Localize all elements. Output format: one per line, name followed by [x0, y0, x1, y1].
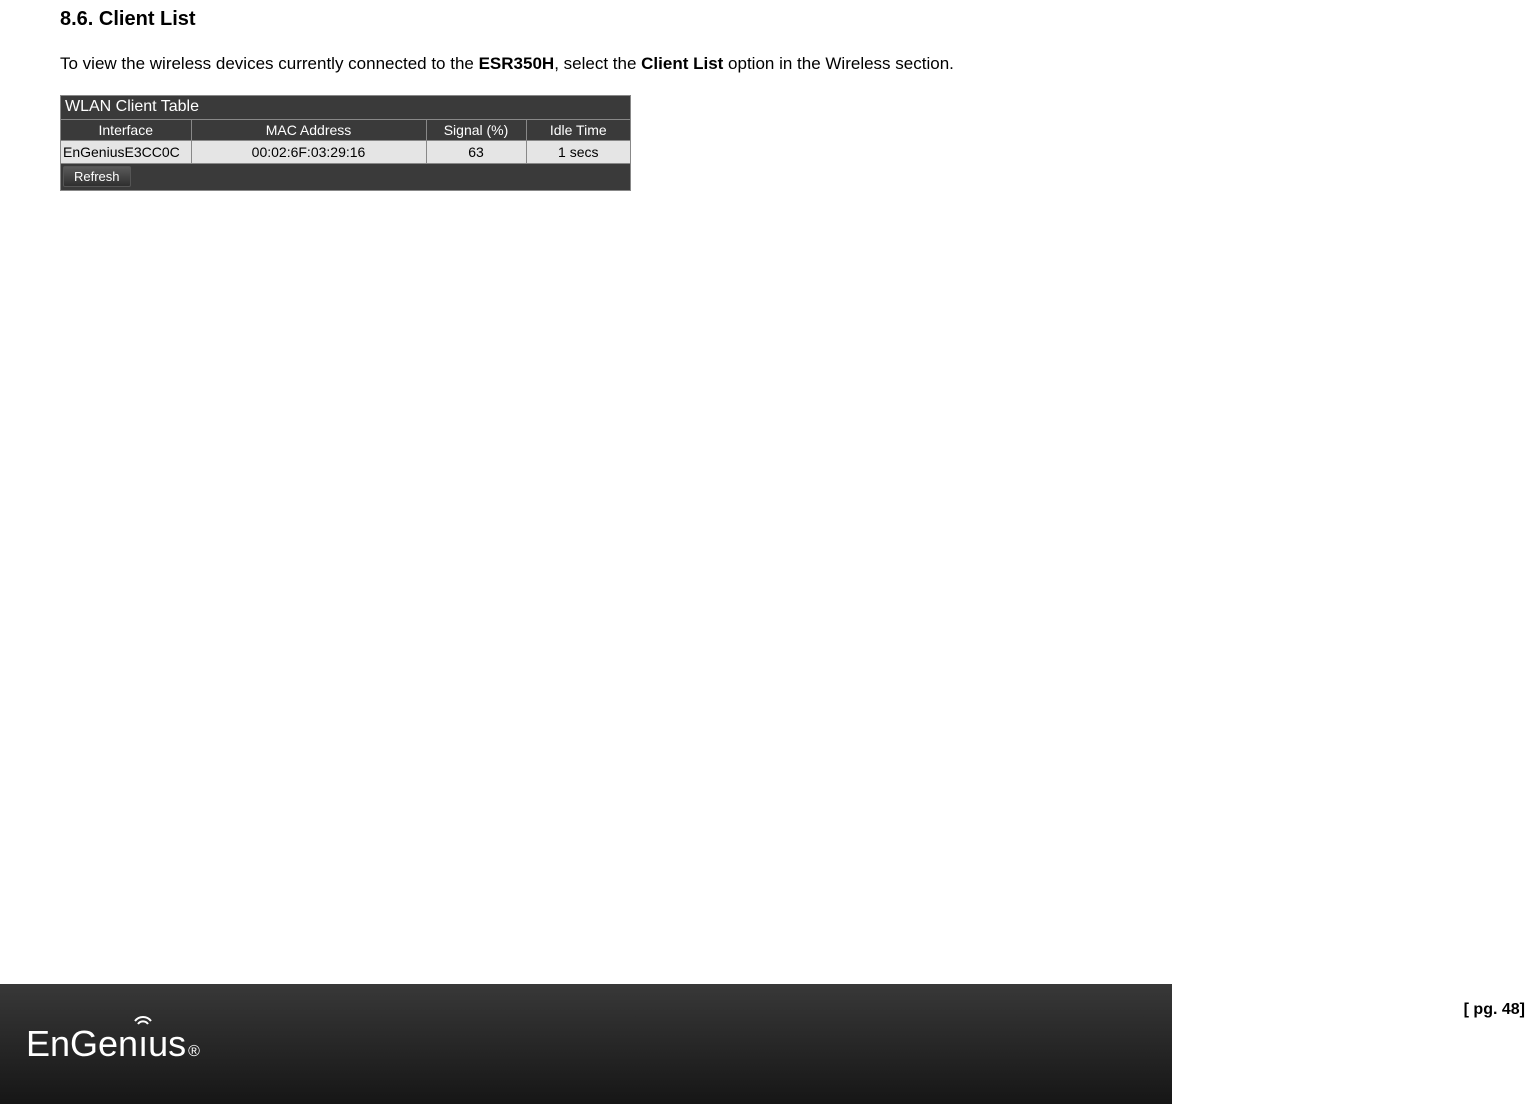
cell-mac: 00:02:6F:03:29:16: [191, 140, 426, 163]
intro-paragraph: To view the wireless devices currently c…: [60, 51, 1470, 77]
wlan-table-title: WLAN Client Table: [61, 96, 630, 119]
cell-idle: 1 secs: [526, 140, 630, 163]
table-header-row: Interface MAC Address Signal (%) Idle Ti…: [61, 119, 630, 140]
col-header-mac: MAC Address: [191, 119, 426, 140]
brand-registered: ®: [188, 1043, 200, 1061]
intro-option: Client List: [641, 54, 723, 73]
col-header-idle: Idle Time: [526, 119, 630, 140]
section-heading: 8.6. Client List: [60, 8, 1470, 31]
section-number: 8.6.: [60, 8, 93, 30]
cell-interface: EnGeniusE3CC0C: [61, 140, 191, 163]
footer-band: EnGen ı us®: [0, 984, 1172, 1104]
brand-text-1: EnGen: [26, 1023, 138, 1065]
intro-mid: , select the: [554, 54, 641, 73]
brand-text-2: us: [148, 1023, 186, 1065]
intro-post: option in the Wireless section.: [723, 54, 954, 73]
intro-pre: To view the wireless devices currently c…: [60, 54, 479, 73]
brand-text-dot: ı: [138, 1023, 148, 1065]
col-header-signal: Signal (%): [426, 119, 526, 140]
page-number: [ pg. 48]: [1464, 1001, 1525, 1019]
refresh-row: Refresh: [61, 164, 630, 190]
cell-signal: 63: [426, 140, 526, 163]
table-row: EnGeniusE3CC0C 00:02:6F:03:29:16 63 1 se…: [61, 140, 630, 163]
intro-model: ESR350H: [479, 54, 555, 73]
wifi-arc-icon: [131, 1005, 155, 1029]
wlan-client-table: Interface MAC Address Signal (%) Idle Ti…: [61, 119, 630, 164]
brand-logo: EnGen ı us®: [26, 1023, 200, 1065]
wlan-client-panel: WLAN Client Table Interface MAC Address …: [60, 95, 631, 191]
col-header-interface: Interface: [61, 119, 191, 140]
refresh-button[interactable]: Refresh: [63, 166, 131, 187]
section-title: Client List: [99, 8, 196, 30]
